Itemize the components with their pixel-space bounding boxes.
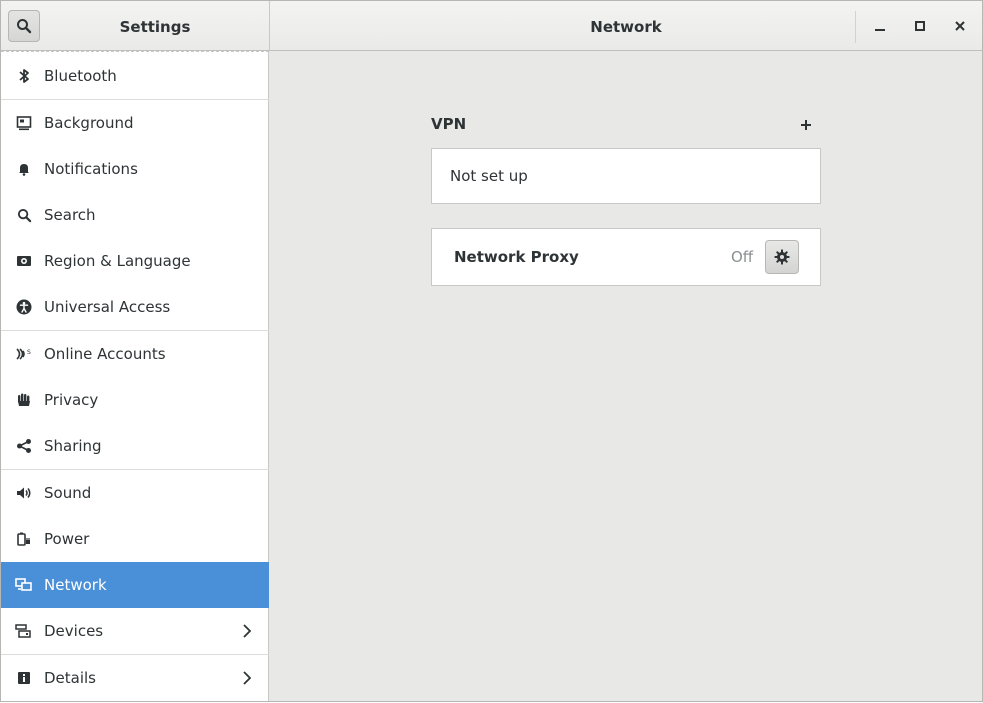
maximize-icon xyxy=(915,21,925,31)
sidebar-item-label: Universal Access xyxy=(44,298,171,316)
sidebar-item-bluetooth[interactable]: Bluetooth xyxy=(1,53,269,99)
vpn-empty-label: Not set up xyxy=(450,167,528,185)
sidebar-item-notifications[interactable]: Notifications xyxy=(1,146,269,192)
flag-icon xyxy=(15,252,33,270)
sidebar-item-label: Privacy xyxy=(44,391,99,409)
svg-text:S: S xyxy=(27,349,31,356)
sidebar-title: Settings xyxy=(119,18,191,36)
network-proxy-label: Network Proxy xyxy=(454,248,579,266)
bluetooth-icon xyxy=(15,67,33,85)
sidebar-item-search[interactable]: Search xyxy=(1,192,269,238)
sidebar-item-sharing[interactable]: Sharing xyxy=(1,423,269,469)
speaker-icon xyxy=(15,484,33,502)
gear-icon xyxy=(774,249,790,265)
accessibility-icon xyxy=(15,298,33,316)
sidebar-item-label: Online Accounts xyxy=(44,345,166,363)
share-icon xyxy=(15,437,33,455)
search-icon xyxy=(15,206,33,224)
sidebar-item-label: Background xyxy=(44,114,134,132)
sidebar-item-label: Sound xyxy=(44,484,92,502)
vpn-heading: VPN xyxy=(431,115,467,133)
sidebar: Bluetooth Background Notifications Searc… xyxy=(1,51,269,701)
sidebar-item-background[interactable]: Background xyxy=(1,100,269,146)
bell-icon xyxy=(15,160,33,178)
network-proxy-row[interactable]: Network Proxy Off xyxy=(431,228,821,286)
vpn-list: Not set up xyxy=(431,148,821,204)
sidebar-item-sound[interactable]: Sound xyxy=(1,470,269,516)
maximize-button[interactable] xyxy=(907,13,933,39)
add-vpn-button[interactable] xyxy=(796,115,816,135)
sidebar-item-label: Search xyxy=(44,206,96,224)
sidebar-item-label: Network xyxy=(44,576,107,594)
network-proxy-settings-button[interactable] xyxy=(765,240,799,274)
sidebar-item-power[interactable]: Power xyxy=(1,516,269,562)
plus-icon xyxy=(801,120,811,130)
chevron-right-icon xyxy=(241,670,253,686)
devices-icon xyxy=(15,622,33,640)
network-proxy-status: Off xyxy=(731,248,754,266)
sidebar-item-region-language[interactable]: Region & Language xyxy=(1,238,269,284)
search-button[interactable] xyxy=(8,10,40,42)
sidebar-item-online-accounts[interactable]: S Online Accounts xyxy=(1,331,269,377)
power-icon xyxy=(15,530,33,548)
sidebar-item-label: Region & Language xyxy=(44,252,191,270)
chevron-right-icon xyxy=(241,623,253,639)
online-accounts-icon: S xyxy=(15,345,33,363)
sidebar-item-network[interactable]: Network xyxy=(1,562,269,608)
info-icon xyxy=(15,669,33,687)
hand-icon xyxy=(15,391,33,409)
background-icon xyxy=(15,114,33,132)
sidebar-item-label: Details xyxy=(44,669,97,687)
sidebar-item-devices[interactable]: Devices xyxy=(1,608,269,654)
sidebar-item-universal-access[interactable]: Universal Access xyxy=(1,284,269,330)
sidebar-item-label: Bluetooth xyxy=(44,67,117,85)
sidebar-item-label: Sharing xyxy=(44,437,102,455)
header-separator xyxy=(855,11,856,43)
network-icon xyxy=(15,576,33,594)
sidebar-header: Settings xyxy=(1,1,270,50)
minimize-button[interactable] xyxy=(867,13,893,39)
sidebar-item-details[interactable]: Details xyxy=(1,655,269,701)
header-bar: Settings Network xyxy=(1,1,982,51)
close-icon xyxy=(955,21,965,31)
settings-window: Settings Network Bluetooth Background No… xyxy=(0,0,983,702)
sidebar-item-privacy[interactable]: Privacy xyxy=(1,377,269,423)
search-icon xyxy=(17,19,32,34)
sidebar-item-label: Notifications xyxy=(44,160,138,178)
sidebar-item-label: Devices xyxy=(44,622,104,640)
close-button[interactable] xyxy=(947,13,973,39)
minimize-icon xyxy=(875,29,885,31)
sidebar-item-label: Power xyxy=(44,530,90,548)
